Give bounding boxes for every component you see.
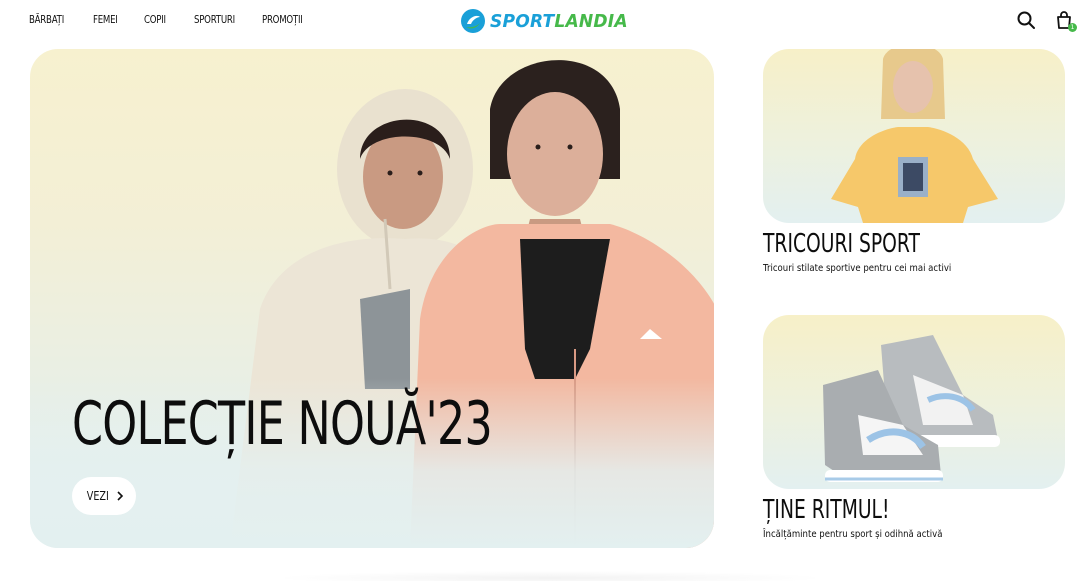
logo-wordmark: SPORTLANDIA [490, 11, 628, 32]
promo-card-shoes-title[interactable]: ȚINE RITMUL! [763, 496, 980, 524]
promo-card-shoes: ȚINE RITMUL! Încălțăminte pentru sport ș… [763, 315, 1065, 540]
hero-see-button[interactable]: VEZI [72, 477, 136, 515]
promo-card-shoes-subtitle: Încălțăminte pentru sport și odihnă acti… [763, 529, 943, 541]
shopping-bag-icon[interactable]: 1 [1054, 10, 1077, 32]
logo-text-landia: LANDIA [554, 10, 628, 32]
site-header: BĂRBAȚI FEMEI COPII SPORTURI PROMOȚII SP… [0, 0, 1090, 42]
nav-item-sporturi[interactable]: SPORTURI [194, 14, 250, 26]
promo-card-tshirts-subtitle: Tricouri stilate sportive pentru cei mai… [763, 263, 952, 275]
hero-button-label: VEZI [86, 489, 110, 503]
hero-title: COLECȚIE NOUĂ'23 [72, 389, 493, 459]
logo[interactable]: SPORTLANDIA [460, 8, 635, 34]
hero-banner[interactable]: COLECȚIE NOUĂ'23 VEZI [30, 49, 714, 548]
header-actions: 1 [1016, 10, 1077, 32]
promo-card-tshirts-image[interactable] [763, 49, 1065, 223]
logo-text-sport: SPORT [490, 10, 555, 32]
promo-card-tshirts: TRICOURI SPORT Tricouri stilate sportive… [763, 49, 1065, 274]
promo-card-shoes-image[interactable] [763, 315, 1065, 489]
main-nav: BĂRBAȚI FEMEI COPII SPORTURI PROMOȚII [29, 14, 322, 26]
cart-count-badge: 1 [1068, 23, 1077, 32]
promo-card-tshirts-title[interactable]: TRICOURI SPORT [763, 230, 980, 258]
chevron-right-icon [117, 491, 123, 501]
section-divider-shadow [270, 571, 830, 581]
nav-item-promotii[interactable]: PROMOȚII [262, 14, 311, 26]
nav-item-femei[interactable]: FEMEI [93, 14, 135, 26]
tshirt-model-image [831, 49, 998, 223]
nav-item-copii[interactable]: COPII [144, 14, 185, 26]
search-icon[interactable] [1016, 10, 1036, 30]
sneakers-image [823, 335, 1000, 482]
logo-mark-icon [461, 9, 485, 33]
nav-item-barbati[interactable]: BĂRBAȚI [29, 14, 80, 26]
